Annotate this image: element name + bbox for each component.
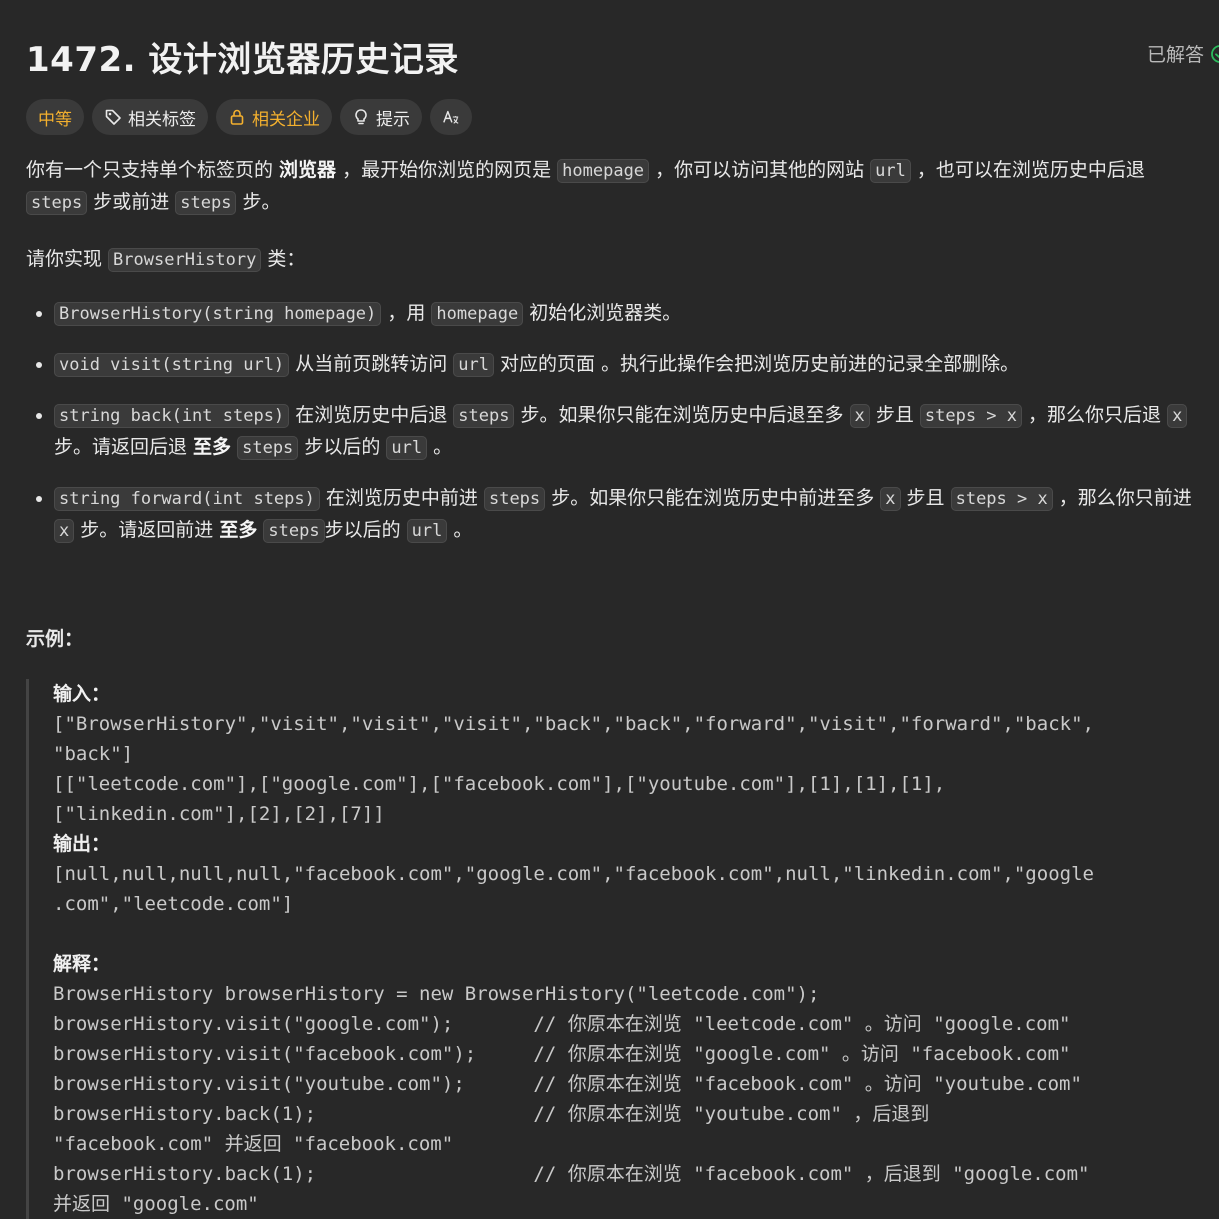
code-line: browserHistory.back(1); // 你原本在浏览 "faceb… (53, 1163, 1090, 1185)
code-line: [null,null,null,null,"facebook.com","goo… (53, 863, 1094, 885)
list-item: void visit(string url) 从当前页跳转访问 url 对应的页… (54, 349, 1206, 381)
problem-page: 1472. 设计浏览器历史记录 已解答 中等 相关标签 相关企业 提示 你有一个… (26, 0, 1219, 1219)
code-line: browserHistory.visit("youtube.com"); // … (53, 1073, 1082, 1095)
hint-button[interactable]: 提示 (340, 99, 422, 135)
code-line: 并返回 "google.com" (53, 1193, 259, 1215)
code-line: [["leetcode.com"],["google.com"],["faceb… (53, 773, 946, 795)
difficulty-badge[interactable]: 中等 (26, 99, 84, 135)
output-label: 输出： (53, 833, 111, 855)
companies-tag-button[interactable]: 相关企业 (216, 99, 332, 135)
companies-tag-label: 相关企业 (252, 109, 320, 130)
intro-paragraph: 你有一个只支持单个标签页的 浏览器 ，最开始你浏览的网页是 homepage ，… (26, 159, 1145, 215)
explain-label: 解释： (53, 953, 111, 975)
lock-icon (230, 109, 244, 125)
hint-label: 提示 (376, 109, 410, 130)
code-line: browserHistory.visit("facebook.com"); //… (53, 1043, 1071, 1065)
topics-tag-button[interactable]: 相关标签 (92, 99, 208, 135)
lightbulb-icon (355, 109, 367, 125)
problem-description: 你有一个只支持单个标签页的 浏览器 ，最开始你浏览的网页是 homepage ，… (26, 155, 1206, 1219)
topics-tag-label: 相关标签 (128, 109, 196, 130)
problem-header: 1472. 设计浏览器历史记录 已解答 (26, 0, 1219, 100)
translate-icon (443, 110, 459, 124)
list-item: string back(int steps) 在浏览历史中后退 steps 步。… (54, 400, 1206, 464)
code-line: BrowserHistory browserHistory = new Brow… (53, 983, 820, 1005)
solved-status: 已解答 (1147, 40, 1219, 67)
code-line: browserHistory.back(1); // 你原本在浏览 "youtu… (53, 1103, 930, 1125)
translate-button[interactable] (430, 99, 472, 135)
code-line: ["BrowserHistory","visit","visit","visit… (53, 713, 1094, 735)
implement-paragraph: 请你实现 BrowserHistory 类： (26, 248, 306, 272)
list-item: string forward(int steps) 在浏览历史中前进 steps… (54, 483, 1206, 547)
tag-bar: 中等 相关标签 相关企业 提示 (26, 99, 472, 135)
check-circle-icon (1211, 44, 1219, 63)
method-list: BrowserHistory(string homepage) ，用 homep… (26, 298, 1206, 547)
example-block: 输入： ["BrowserHistory","visit","visit","vi… (26, 679, 1206, 1219)
input-label: 输入： (53, 683, 111, 705)
tag-icon (105, 109, 121, 125)
solved-label: 已解答 (1146, 44, 1204, 66)
code-line: browserHistory.visit("google.com"); // 你… (53, 1013, 1071, 1035)
list-item: BrowserHistory(string homepage) ，用 homep… (54, 298, 1206, 330)
code-line: .com","leetcode.com"] (53, 893, 294, 915)
problem-title: 1472. 设计浏览器历史记录 (26, 40, 459, 80)
code-line: ["linkedin.com"],[2],[2],[7]] (53, 803, 385, 825)
example-title: 示例： (26, 628, 84, 650)
code-line: "facebook.com" 并返回 "facebook.com" (53, 1133, 454, 1155)
code-line: "back"] (53, 743, 134, 765)
difficulty-label: 中等 (38, 109, 72, 130)
